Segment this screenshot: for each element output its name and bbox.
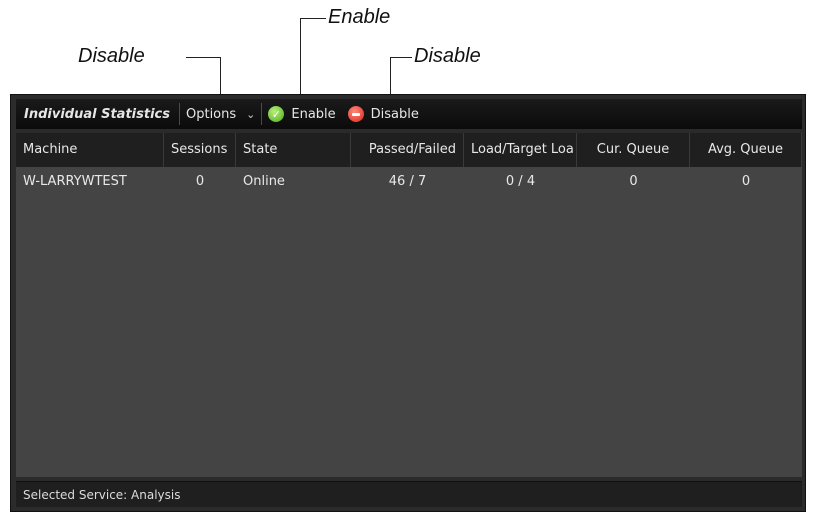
cell-passed-failed: 46 / 7 bbox=[388, 173, 427, 189]
column-header-avg-queue[interactable]: Avg. Queue bbox=[690, 133, 802, 167]
cell-state: Online bbox=[243, 173, 285, 189]
column-header-passed-failed[interactable]: Passed/Failed bbox=[351, 133, 464, 167]
column-header-cur-queue[interactable]: Cur. Queue bbox=[577, 133, 690, 167]
callout-disable-left-line-h bbox=[186, 57, 220, 58]
callout-disable-right: Disable bbox=[414, 45, 481, 67]
disable-button[interactable]: Disable bbox=[342, 106, 425, 122]
check-circle-icon: ✓ bbox=[268, 106, 285, 122]
individual-statistics-panel: Individual Statistics Options ⌄ ✓ Enable… bbox=[10, 94, 806, 512]
callout-enable-line-h bbox=[300, 18, 326, 19]
minus-circle-icon bbox=[347, 106, 364, 122]
options-menu-button[interactable]: Options ⌄ bbox=[180, 107, 261, 122]
callout-enable-line-v bbox=[300, 18, 301, 102]
cell-avg-queue: 0 bbox=[741, 173, 751, 189]
column-header-machine[interactable]: Machine bbox=[16, 133, 164, 167]
cell-machine: W-LARRYWTEST bbox=[23, 173, 127, 189]
panel-title: Individual Statistics bbox=[24, 106, 170, 122]
toolbar: Individual Statistics Options ⌄ ✓ Enable… bbox=[16, 99, 802, 129]
cell-cur-queue: 0 bbox=[629, 173, 638, 189]
table-row[interactable]: W-LARRYWTEST 0 Online 46 / 7 0 / 4 0 0 bbox=[16, 167, 802, 195]
statistics-table: Machine Sessions State Passed/Failed Loa… bbox=[16, 133, 802, 477]
cell-sessions: 0 bbox=[195, 173, 205, 189]
enable-button[interactable]: ✓ Enable bbox=[262, 106, 341, 122]
disable-label: Disable bbox=[370, 106, 419, 122]
status-bar: Selected Service: Analysis bbox=[16, 481, 802, 507]
chevron-down-icon: ⌄ bbox=[246, 107, 256, 121]
table-header: Machine Sessions State Passed/Failed Loa… bbox=[16, 133, 802, 167]
options-label: Options bbox=[185, 106, 237, 122]
cell-load-target: 0 / 4 bbox=[505, 173, 536, 189]
column-header-load-target[interactable]: Load/Target Loa bbox=[464, 133, 577, 167]
callout-disable-left: Disable bbox=[78, 45, 145, 67]
callout-enable: Enable bbox=[328, 6, 391, 28]
callout-disable-right-line-h bbox=[390, 57, 412, 58]
enable-label: Enable bbox=[291, 106, 336, 122]
column-header-state[interactable]: State bbox=[236, 133, 351, 167]
column-header-sessions[interactable]: Sessions bbox=[164, 133, 236, 167]
